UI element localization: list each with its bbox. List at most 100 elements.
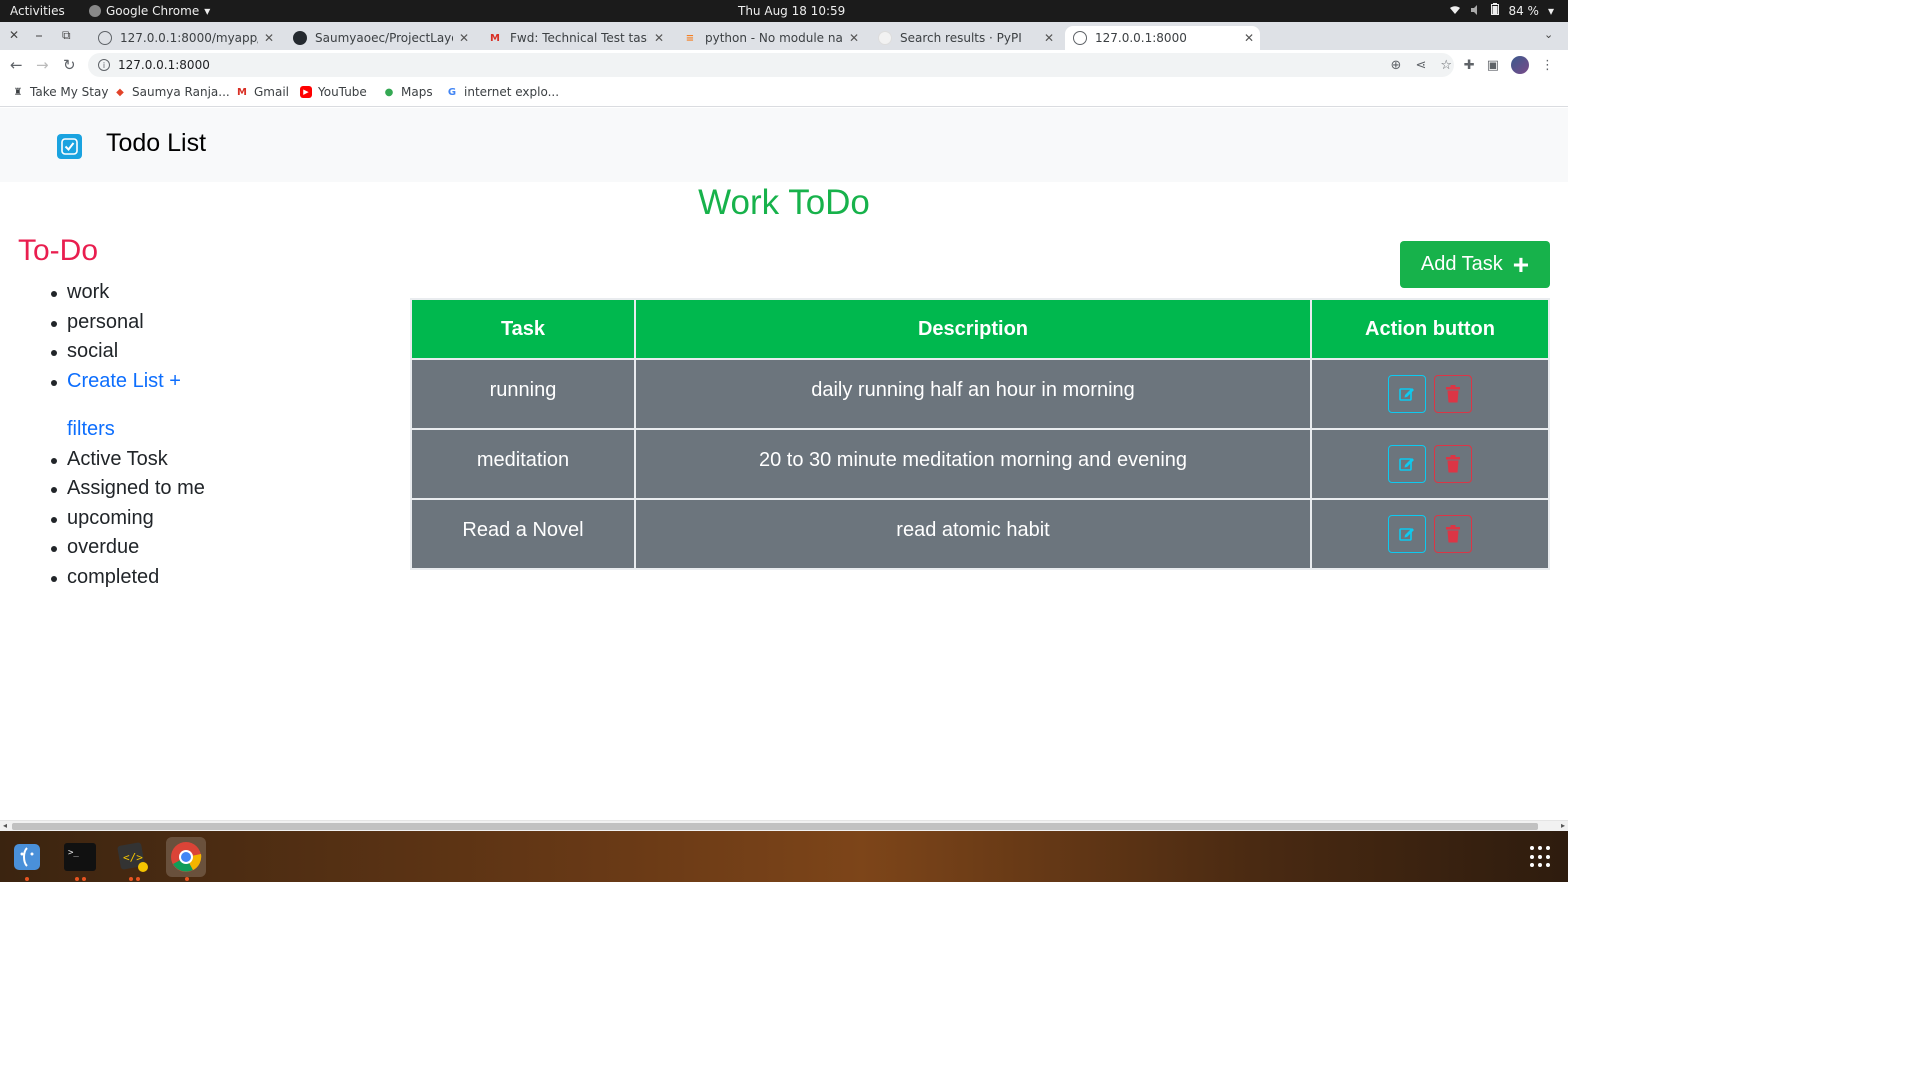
profile-avatar[interactable]: [1511, 56, 1529, 74]
sidebar-list: work personal social Create List + filte…: [51, 278, 205, 593]
tab-gmail[interactable]: M Fwd: Technical Test task - ✕: [480, 26, 670, 50]
close-icon[interactable]: ✕: [849, 31, 859, 45]
chrome-icon: [89, 5, 101, 17]
scroll-left-icon[interactable]: ◂: [3, 821, 7, 830]
clock[interactable]: Thu Aug 18 10:59: [738, 4, 845, 18]
tab-github[interactable]: Saumyaoec/ProjectLayou ✕: [285, 26, 475, 50]
close-icon[interactable]: ✕: [459, 31, 469, 45]
bookmark-take-my-stay[interactable]: ♜ Take My Stay: [12, 85, 109, 99]
terminal-icon[interactable]: >_: [60, 837, 100, 877]
svg-text:</>: </>: [123, 851, 143, 864]
scrollbar-thumb[interactable]: [12, 823, 1538, 830]
tab-stackoverflow[interactable]: ≡ python - No module name ✕: [675, 26, 865, 50]
youtube-icon: ▶: [300, 86, 312, 98]
bookmark-gmail[interactable]: M Gmail: [236, 85, 289, 99]
trash-icon: [1446, 525, 1460, 543]
side-panel-icon[interactable]: ▣: [1487, 58, 1499, 73]
filter-item-completed[interactable]: completed: [51, 563, 205, 593]
delete-button[interactable]: [1434, 445, 1472, 483]
checkbox-check-icon[interactable]: [57, 134, 82, 159]
bookmark-label: internet explo...: [464, 85, 560, 99]
edit-button[interactable]: [1388, 515, 1426, 553]
omnibox-actions: ⊕ ⋖ ☆: [1391, 58, 1452, 73]
volume-icon: [1470, 4, 1482, 18]
tab-title: python - No module name: [705, 31, 843, 45]
url-text: 127.0.0.1:8000: [118, 58, 210, 72]
brand-title[interactable]: Todo List: [106, 129, 206, 158]
activities-button[interactable]: Activities: [10, 4, 65, 18]
reload-icon[interactable]: ↻: [63, 56, 76, 74]
bookmark-youtube[interactable]: ▶ YouTube: [300, 85, 367, 99]
gmail-icon: M: [490, 32, 500, 44]
list-item-personal[interactable]: personal: [51, 308, 205, 338]
share-icon[interactable]: ⋖: [1415, 58, 1426, 73]
chevron-down-icon: ▾: [1547, 3, 1554, 18]
web-page: Todo List Work ToDo To-Do work personal …: [0, 108, 1568, 820]
add-task-button[interactable]: Add Task +: [1400, 241, 1550, 288]
system-top-bar: Activities Google Chrome ▾ Thu Aug 18 10…: [0, 0, 1568, 22]
globe-icon: [1073, 31, 1087, 45]
window-minimize-icon[interactable]: ⎯: [36, 28, 42, 43]
running-indicator: [129, 877, 133, 881]
bookmark-maps[interactable]: ● Maps: [383, 85, 433, 99]
filters-link[interactable]: filters: [67, 415, 205, 445]
column-header-description: Description: [634, 298, 1312, 360]
task-cell: running: [410, 358, 636, 430]
edit-icon: [1399, 458, 1414, 471]
action-cell: [1310, 498, 1550, 570]
add-task-label: Add Task: [1420, 253, 1503, 275]
system-tray[interactable]: 84 % ▾: [1449, 3, 1554, 18]
bookmark-star-icon[interactable]: ☆: [1440, 58, 1452, 73]
more-menu-icon[interactable]: ⋮: [1541, 58, 1554, 73]
bookmark-gitlab[interactable]: ◆ Saumya Ranja...: [114, 85, 230, 99]
bookmark-internet-explo[interactable]: G internet explo...: [446, 85, 559, 99]
filter-item-overdue[interactable]: overdue: [51, 533, 205, 563]
bookmark-label: Take My Stay: [30, 85, 109, 99]
bookmark-label: Saumya Ranja...: [132, 85, 230, 99]
filter-item-assigned-to-me[interactable]: Assigned to me: [51, 474, 205, 504]
show-applications-icon[interactable]: [1530, 846, 1552, 868]
bookmark-label: Maps: [401, 85, 433, 99]
filter-item-upcoming[interactable]: upcoming: [51, 504, 205, 534]
tab-search-icon[interactable]: ⌄: [1544, 28, 1553, 41]
tab-title: Search results · PyPI: [900, 31, 1022, 45]
window-restore-icon[interactable]: ⧉: [62, 28, 71, 43]
delete-button[interactable]: [1434, 375, 1472, 413]
code-editor-icon[interactable]: </>: [113, 837, 153, 877]
tab-strip: ✕ ⎯ ⧉ 127.0.0.1:8000/myapp/ ✕ Saumyaoec/…: [0, 22, 1568, 67]
trash-icon: [1446, 455, 1460, 473]
close-icon[interactable]: ✕: [654, 31, 664, 45]
files-icon[interactable]: [7, 837, 47, 877]
edit-button[interactable]: [1388, 445, 1426, 483]
create-list-link[interactable]: Create List +: [51, 367, 205, 397]
description-cell: daily running half an hour in morning: [634, 358, 1312, 430]
scroll-right-icon[interactable]: ▸: [1561, 821, 1565, 830]
list-item-social[interactable]: social: [51, 337, 205, 367]
page-title: Work ToDo: [698, 183, 870, 222]
forward-icon[interactable]: →: [36, 56, 49, 74]
window-close-icon[interactable]: ✕: [9, 28, 19, 42]
back-icon[interactable]: ←: [10, 56, 23, 74]
zoom-icon[interactable]: ⊕: [1391, 58, 1402, 73]
close-icon[interactable]: ✕: [1044, 31, 1054, 45]
tab-active-localhost[interactable]: 127.0.0.1:8000 ✕: [1065, 26, 1260, 50]
tab-pypi[interactable]: Search results · PyPI ✕: [870, 26, 1060, 50]
site-info-icon[interactable]: i: [98, 59, 110, 71]
extensions-icon[interactable]: ✚: [1464, 58, 1475, 73]
extension-actions: ✚ ▣ ⋮: [1464, 56, 1554, 74]
chrome-icon[interactable]: [166, 837, 206, 877]
address-bar[interactable]: i 127.0.0.1:8000: [88, 53, 1454, 77]
app-menu[interactable]: Google Chrome ▾: [89, 4, 210, 18]
delete-button[interactable]: [1434, 515, 1472, 553]
filter-item-active-task[interactable]: Active Tosk: [51, 445, 205, 475]
list-item-work[interactable]: work: [51, 278, 205, 308]
edit-button[interactable]: [1388, 375, 1426, 413]
horizontal-scrollbar[interactable]: ◂ ▸: [0, 820, 1568, 831]
close-icon[interactable]: ✕: [264, 31, 274, 45]
google-icon: G: [447, 86, 457, 98]
battery-percent: 84 %: [1508, 3, 1539, 18]
close-icon[interactable]: ✕: [1244, 31, 1254, 45]
running-indicator: [185, 877, 189, 881]
tab-title: 127.0.0.1:8000: [1095, 31, 1187, 45]
tab-myapp[interactable]: 127.0.0.1:8000/myapp/ ✕: [90, 26, 280, 50]
